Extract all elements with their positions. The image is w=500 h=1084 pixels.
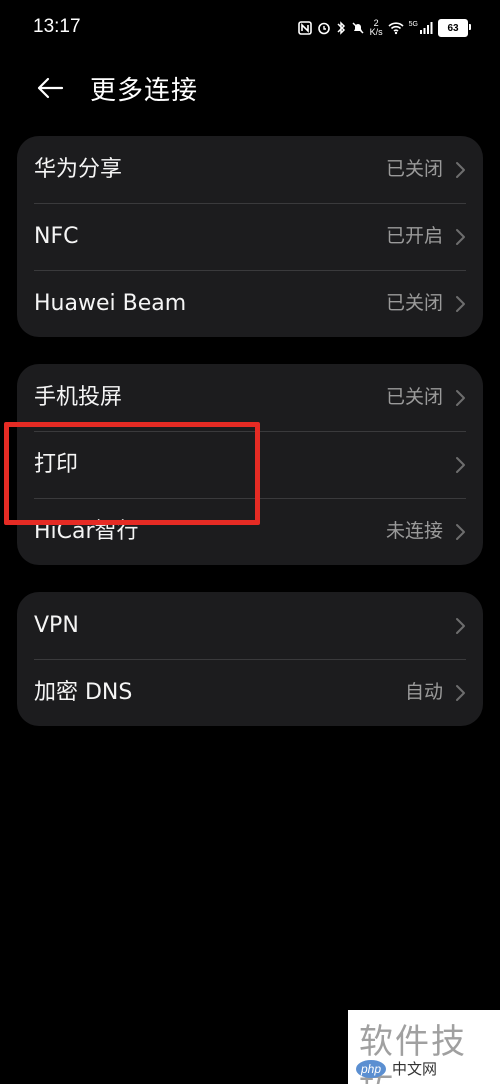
- battery-icon: 63: [438, 19, 471, 37]
- row-value: 已关闭: [385, 386, 443, 408]
- row-vpn[interactable]: VPN: [17, 592, 483, 659]
- row-label: Huawei Beam: [34, 291, 187, 316]
- row-hicar[interactable]: HiCar智行 未连接: [17, 498, 483, 565]
- chevron-right-icon: [456, 390, 465, 406]
- back-arrow-icon[interactable]: [34, 72, 66, 104]
- wifi-icon: [388, 21, 404, 35]
- row-nfc[interactable]: NFC 已开启: [17, 203, 483, 270]
- status-time: 13:17: [33, 16, 81, 37]
- watermark-logo: php 中文网: [356, 1058, 437, 1079]
- chevron-right-icon: [456, 229, 465, 245]
- chevron-right-icon: [456, 457, 465, 473]
- header: 更多连接: [0, 56, 500, 120]
- connection-group-1: 华为分享 已关闭 NFC 已开启 Huawei Beam 已关闭: [17, 136, 483, 337]
- row-screen-projection[interactable]: 手机投屏 已关闭: [17, 364, 483, 431]
- signal-icon: 5G: [409, 21, 433, 35]
- status-icons: 2 K/s 5G 63: [297, 16, 471, 40]
- row-value: 已关闭: [385, 292, 443, 314]
- watermark: 软件技巧 php 中文网: [348, 1010, 500, 1084]
- watermark-site: 中文网: [392, 1061, 438, 1078]
- chevron-right-icon: [456, 524, 465, 540]
- row-print[interactable]: 打印: [17, 431, 483, 498]
- screen: 13:17 2 K/s 5G 63 更多连接 华为分享 已关闭 NFC 已开启 …: [0, 0, 500, 1084]
- row-label: 手机投屏: [34, 385, 123, 410]
- alarm-icon: [317, 21, 331, 35]
- nfc-icon: [297, 21, 312, 35]
- network-speed: 2 K/s: [370, 19, 383, 37]
- row-huawei-share[interactable]: 华为分享 已关闭: [17, 136, 483, 203]
- row-value: 自动: [404, 681, 443, 703]
- network-type: 5G: [408, 21, 418, 28]
- row-value: 已关闭: [385, 158, 443, 180]
- row-label: 华为分享: [34, 157, 123, 182]
- php-logo-icon: php: [356, 1059, 386, 1078]
- bluetooth-icon: [336, 20, 346, 36]
- connection-group-3: VPN 加密 DNS 自动: [17, 592, 483, 726]
- row-label: 加密 DNS: [34, 680, 133, 705]
- page-title: 更多连接: [90, 76, 199, 106]
- row-label: HiCar智行: [34, 519, 139, 544]
- row-label: NFC: [34, 224, 79, 249]
- row-label: 打印: [34, 452, 79, 477]
- row-encrypted-dns[interactable]: 加密 DNS 自动: [17, 659, 483, 726]
- connection-group-2: 手机投屏 已关闭 打印 HiCar智行 未连接: [17, 364, 483, 565]
- status-bar: 13:17 2 K/s 5G 63: [0, 0, 500, 56]
- chevron-right-icon: [456, 162, 465, 178]
- battery-level: 63: [447, 22, 459, 34]
- chevron-right-icon: [456, 685, 465, 701]
- chevron-right-icon: [456, 296, 465, 312]
- row-value: 已开启: [385, 225, 443, 247]
- row-value: 未连接: [385, 520, 443, 542]
- mute-bell-icon: [351, 21, 365, 35]
- row-huawei-beam[interactable]: Huawei Beam 已关闭: [17, 270, 483, 337]
- speed-unit: K/s: [369, 27, 383, 37]
- chevron-right-icon: [456, 618, 465, 634]
- row-label: VPN: [34, 613, 79, 638]
